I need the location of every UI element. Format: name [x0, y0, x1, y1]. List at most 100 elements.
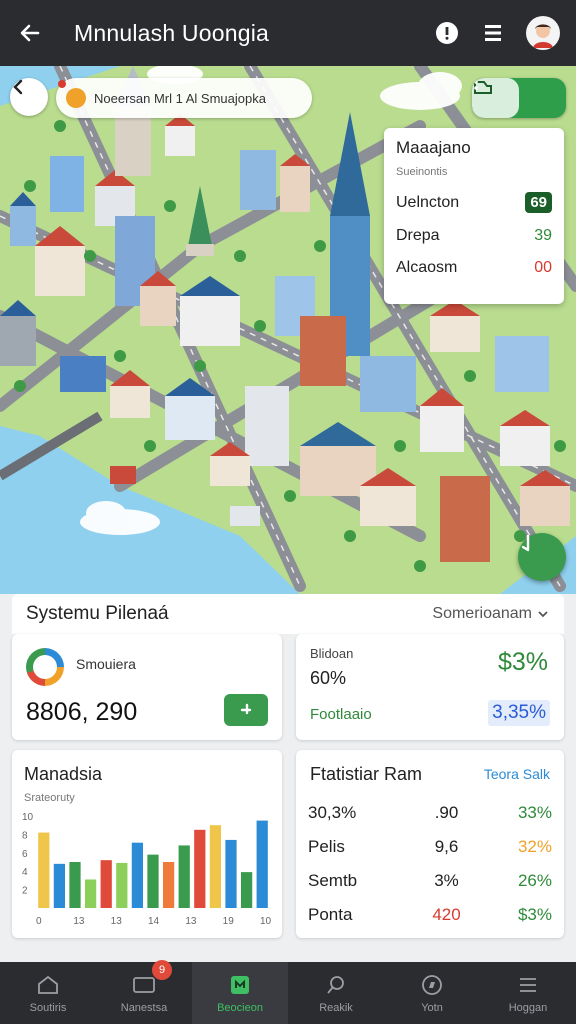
nav-label: Hoggan [508, 1002, 548, 1014]
period-dropdown-label: Somerioanam [432, 605, 532, 622]
menu-icon [515, 972, 541, 998]
table-cell: 32% [517, 837, 552, 856]
stats-row-value: 69 [525, 192, 552, 213]
stats-row-value: 39 [534, 227, 552, 244]
stats-row-label: Uelncton [396, 193, 460, 211]
table-cell: Ponta [308, 905, 353, 924]
summary-card[interactable]: Smouiera 8806, 290 [12, 634, 282, 740]
summary-action-button[interactable] [224, 694, 268, 726]
stats-table: 30,3% .90 33% Pelis 9,6 32% Semtb 3% 26%… [308, 796, 552, 932]
x-tick-label: 13 [185, 916, 197, 927]
map-stats-card: Maaajano Sueinontis Uelncton 69 Drepa 39… [384, 128, 564, 304]
stats-card-subtitle: Sueinontis [396, 166, 448, 178]
stats-card-title: Maaajano [396, 138, 471, 157]
chart-card[interactable]: Manadsia Srateoruty 10 8 6 4 2 0 13 13 14 13 19 10 [12, 750, 282, 938]
search-icon [323, 972, 349, 998]
period-dropdown[interactable]: Somerioanam [432, 605, 550, 623]
nav-item-home[interactable]: Soutiris [0, 962, 96, 1024]
avatar[interactable] [526, 16, 560, 50]
compass-icon [419, 972, 445, 998]
map-icon [227, 972, 253, 998]
app-bar: Mnnulash Uoongia [0, 0, 576, 66]
percent-label-3: Footlaaio [310, 706, 372, 723]
stats-row: Drepa 39 [396, 227, 552, 245]
table-cell: 420 [432, 905, 461, 924]
chart-bar[interactable] [100, 860, 112, 908]
table-row: Ponta 420 $3% [308, 898, 552, 932]
pin-icon [240, 703, 252, 715]
y-tick-label: 6 [22, 849, 28, 860]
chart-bar[interactable] [256, 820, 268, 908]
donut-icon [26, 648, 64, 686]
chart-bar[interactable] [178, 845, 190, 908]
nav-item-search[interactable]: Reakik [288, 962, 384, 1024]
percent-card[interactable]: Blidoan 60% Footlaaio $3% 3,35% [296, 634, 564, 740]
x-tick-label: 14 [148, 916, 160, 927]
summary-label: Smouiera [76, 656, 136, 672]
chevron-down-icon [538, 611, 548, 618]
nav-label: Beocieon [217, 1002, 263, 1014]
x-tick-label: 13 [73, 916, 85, 927]
nav-item-menu[interactable]: Hoggan [480, 962, 576, 1024]
chart-bar[interactable] [194, 829, 206, 908]
chart-bar[interactable] [147, 854, 159, 908]
percent-value-1: $3% [497, 648, 548, 676]
y-tick-label: 8 [22, 830, 28, 841]
x-tick-label: 10 [260, 916, 272, 927]
notification-badge: 9 [152, 960, 172, 980]
chart-bar[interactable] [69, 862, 81, 908]
locate-fab[interactable] [518, 533, 566, 581]
table-cell: 3% [434, 871, 459, 890]
chart-bar[interactable] [131, 842, 144, 908]
y-tick-label: 2 [22, 886, 28, 897]
table-cell: 30,3% [308, 803, 357, 822]
percent-label-1: Blidoan [310, 646, 354, 661]
chart-bar[interactable] [162, 862, 175, 908]
percent-label-2: 60% [310, 668, 347, 688]
summary-panel: Systemu Pilenaá Somerioanam Smouiera 880… [0, 594, 576, 962]
x-tick-label: 13 [111, 916, 123, 927]
table-cell: 26% [517, 871, 552, 890]
table-cell: Pelis [308, 837, 345, 856]
chart-bar[interactable] [116, 862, 128, 908]
chart-bar[interactable] [225, 839, 237, 908]
y-tick-label: 10 [22, 812, 34, 823]
map-view-toggle[interactable] [472, 78, 566, 118]
map-back-button[interactable] [10, 78, 48, 116]
table-row: Pelis 9,6 32% [308, 830, 552, 864]
location-label: Noeersan Mrl 1 Al Smuajopka [94, 90, 266, 106]
nav-item-explore[interactable]: Yotn [384, 962, 480, 1024]
info-icon[interactable] [432, 18, 462, 48]
chart-bar[interactable] [38, 832, 50, 908]
more-options-segment[interactable] [474, 78, 566, 118]
chevron-left-icon [13, 79, 23, 95]
table-cell: 33% [517, 803, 552, 822]
panel-header: Systemu Pilenaá Somerioanam [12, 594, 564, 634]
more-vertical-icon [474, 80, 478, 90]
stats-row-label: Drepa [396, 227, 440, 244]
table-cell: 9,6 [434, 837, 459, 856]
location-pill[interactable]: Noeersan Mrl 1 Al Smuajopka [56, 78, 312, 118]
table-cell: $3% [517, 905, 552, 924]
table-row: Semtb 3% 26% [308, 864, 552, 898]
table-row: 30,3% .90 33% [308, 796, 552, 830]
location-pin-icon [58, 80, 86, 108]
table-cell: Semtb [308, 871, 358, 890]
x-tick-label: 19 [223, 916, 235, 927]
chart-bar[interactable] [209, 825, 222, 908]
table-cell: .90 [434, 803, 459, 822]
chart-bar[interactable] [84, 879, 97, 908]
nav-label: Yotn [421, 1002, 443, 1014]
nav-item-map[interactable]: Beocieon [192, 962, 288, 1024]
list-icon[interactable] [478, 18, 508, 48]
stats-table-link[interactable]: Teora Salk [484, 766, 550, 782]
y-tick-label: 4 [22, 867, 28, 878]
back-arrow-icon[interactable] [16, 19, 44, 47]
city-map[interactable]: Noeersan Mrl 1 Al Smuajopka Maaajano Sue… [0, 66, 576, 594]
chart-bar[interactable] [240, 872, 253, 908]
percent-value-2: 3,35% [488, 700, 550, 726]
chart-bar[interactable] [53, 863, 66, 908]
nav-label: Reakik [319, 1002, 353, 1014]
nav-item-messages[interactable]: 9 Nanestsa [96, 960, 192, 1024]
stats-table-card[interactable]: Ftatistiar Ram Teora Salk 30,3% .90 33% … [296, 750, 564, 938]
